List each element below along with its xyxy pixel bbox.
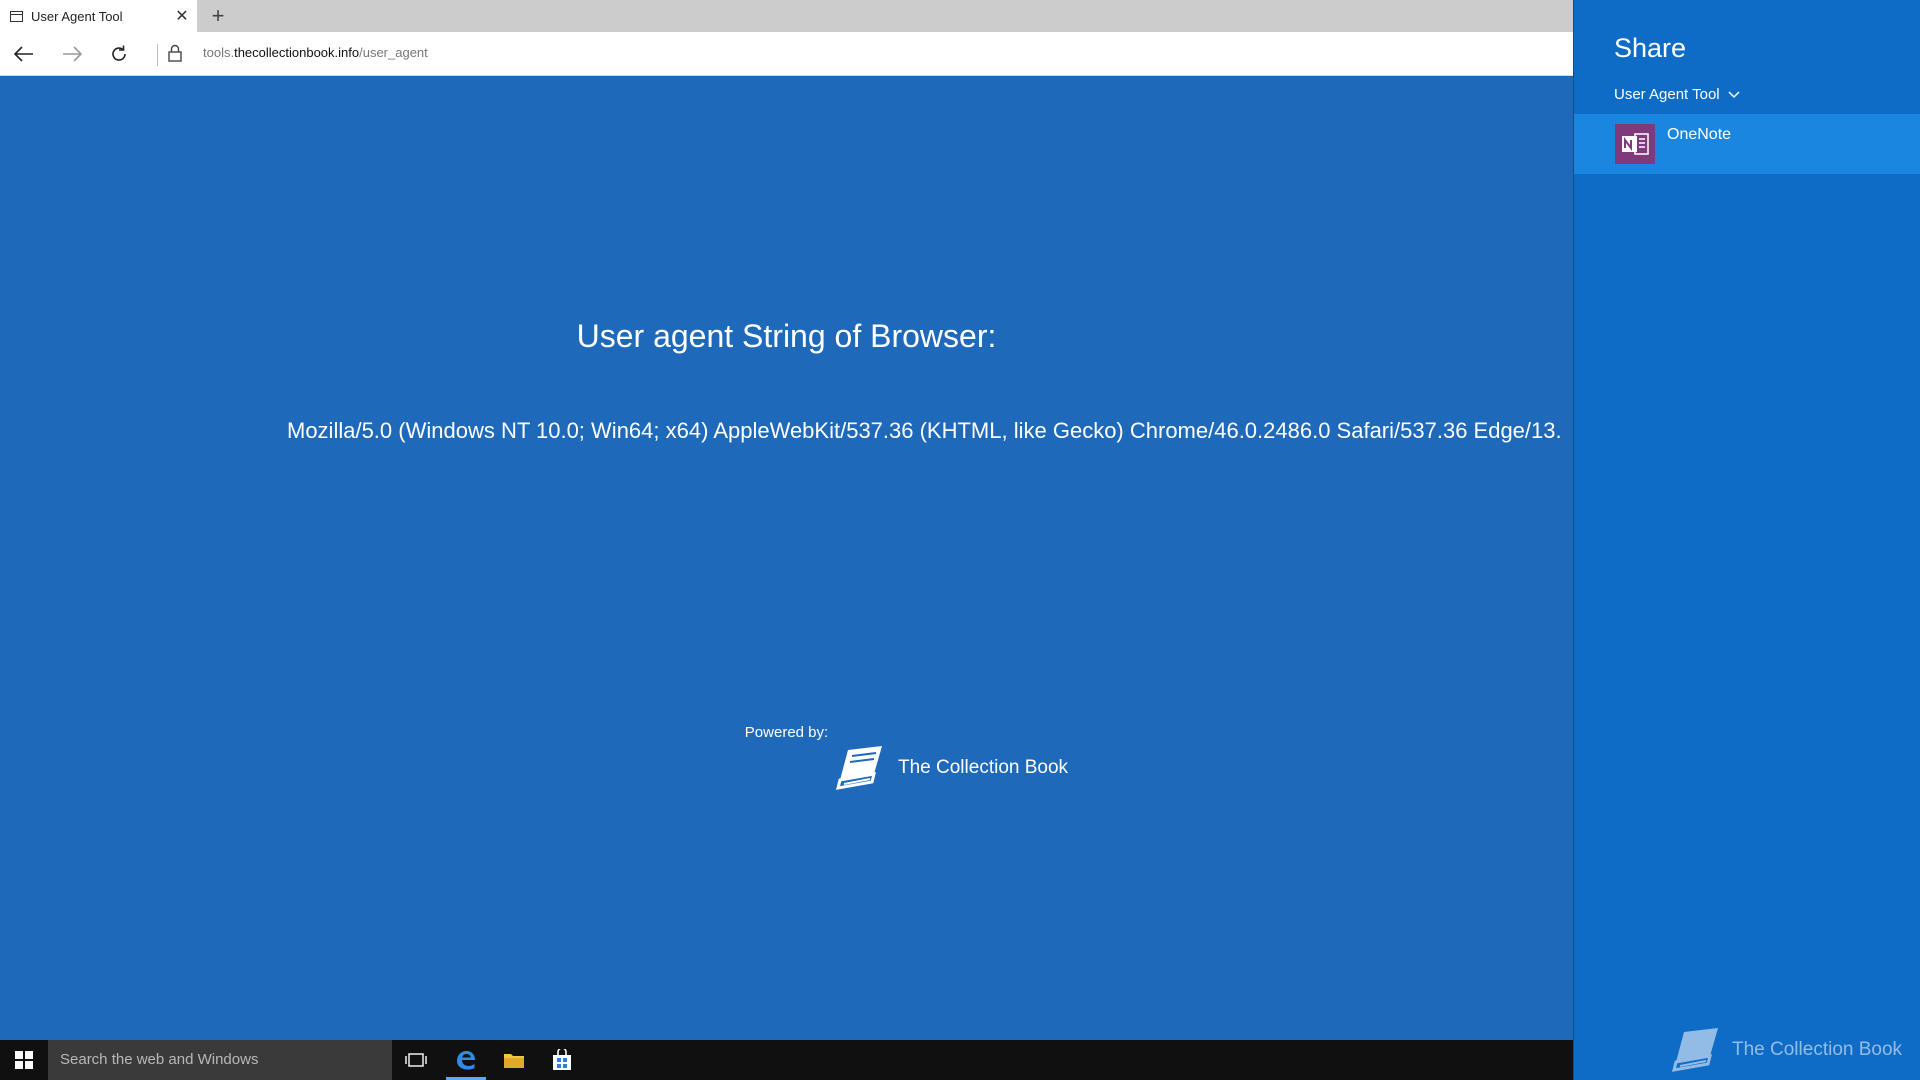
refresh-button[interactable]: [101, 38, 137, 70]
forward-button[interactable]: [54, 38, 90, 70]
browser-window: User Agent Tool ✕ + tools.thecollectionb…: [0, 0, 1573, 1040]
taskbar: Search the web and Windows: [0, 1040, 1573, 1080]
address-domain: thecollectionbook.info: [234, 45, 360, 60]
tab-user-agent-tool[interactable]: User Agent Tool ✕: [0, 0, 197, 32]
share-brand-name: The Collection Book: [1732, 1039, 1903, 1060]
page-icon: [10, 10, 23, 22]
edge-icon: [457, 1051, 475, 1070]
powered-by-label: Powered by:: [744, 724, 829, 741]
store-button[interactable]: [538, 1040, 586, 1080]
address-prefix: tools.: [203, 45, 235, 60]
address-bar[interactable]: tools.thecollectionbook.info/user_agent: [203, 45, 428, 60]
back-button[interactable]: [6, 38, 42, 70]
tab-strip: User Agent Tool ✕ +: [0, 0, 1573, 32]
web-page: User agent String of Browser: Mozilla/5.…: [0, 76, 1573, 1040]
lock-icon[interactable]: [168, 44, 182, 67]
share-pane: Share User Agent Tool OneNote The Collec…: [1573, 0, 1920, 1080]
store-icon: [553, 1049, 571, 1070]
folder-icon: [504, 1054, 524, 1068]
search-placeholder: Search the web and Windows: [60, 1051, 259, 1068]
task-view-button[interactable]: [392, 1040, 440, 1080]
divider: [157, 44, 158, 66]
edge-taskbar-button[interactable]: [442, 1040, 490, 1080]
book-icon: [835, 746, 882, 790]
tab-title: User Agent Tool: [31, 8, 123, 24]
share-source-dropdown[interactable]: User Agent Tool: [1614, 86, 1740, 103]
share-title: Share: [1614, 33, 1687, 63]
file-explorer-button[interactable]: [490, 1040, 538, 1080]
onenote-icon: [1615, 124, 1655, 164]
book-icon: [1671, 1028, 1718, 1072]
refresh-icon: [112, 45, 126, 61]
task-view-icon: [405, 1053, 427, 1067]
brand-link[interactable]: The Collection Book: [834, 744, 1068, 792]
onenote-label: OneNote: [1667, 126, 1732, 143]
taskbar-search-box[interactable]: Search the web and Windows: [48, 1040, 392, 1080]
page-heading: User agent String of Browser:: [576, 318, 997, 354]
windows-logo-icon: [15, 1051, 33, 1069]
chevron-down-icon: [1728, 90, 1740, 98]
user-agent-string: Mozilla/5.0 (Windows NT 10.0; Win64; x64…: [287, 418, 1562, 443]
share-source-label: User Agent Tool: [1614, 86, 1720, 103]
navigation-bar: tools.thecollectionbook.info/user_agent: [0, 32, 1573, 76]
share-target-onenote[interactable]: OneNote: [1574, 114, 1920, 174]
tab-close-icon[interactable]: ✕: [167, 6, 197, 26]
new-tab-button[interactable]: +: [204, 2, 232, 30]
share-footer-brand: The Collection Book: [1670, 1026, 1902, 1074]
address-path: /user_agent: [359, 45, 428, 60]
brand-name: The Collection Book: [898, 757, 1069, 778]
start-button[interactable]: [0, 1040, 48, 1080]
back-arrow-icon: [14, 46, 33, 62]
forward-arrow-icon: [63, 46, 82, 62]
